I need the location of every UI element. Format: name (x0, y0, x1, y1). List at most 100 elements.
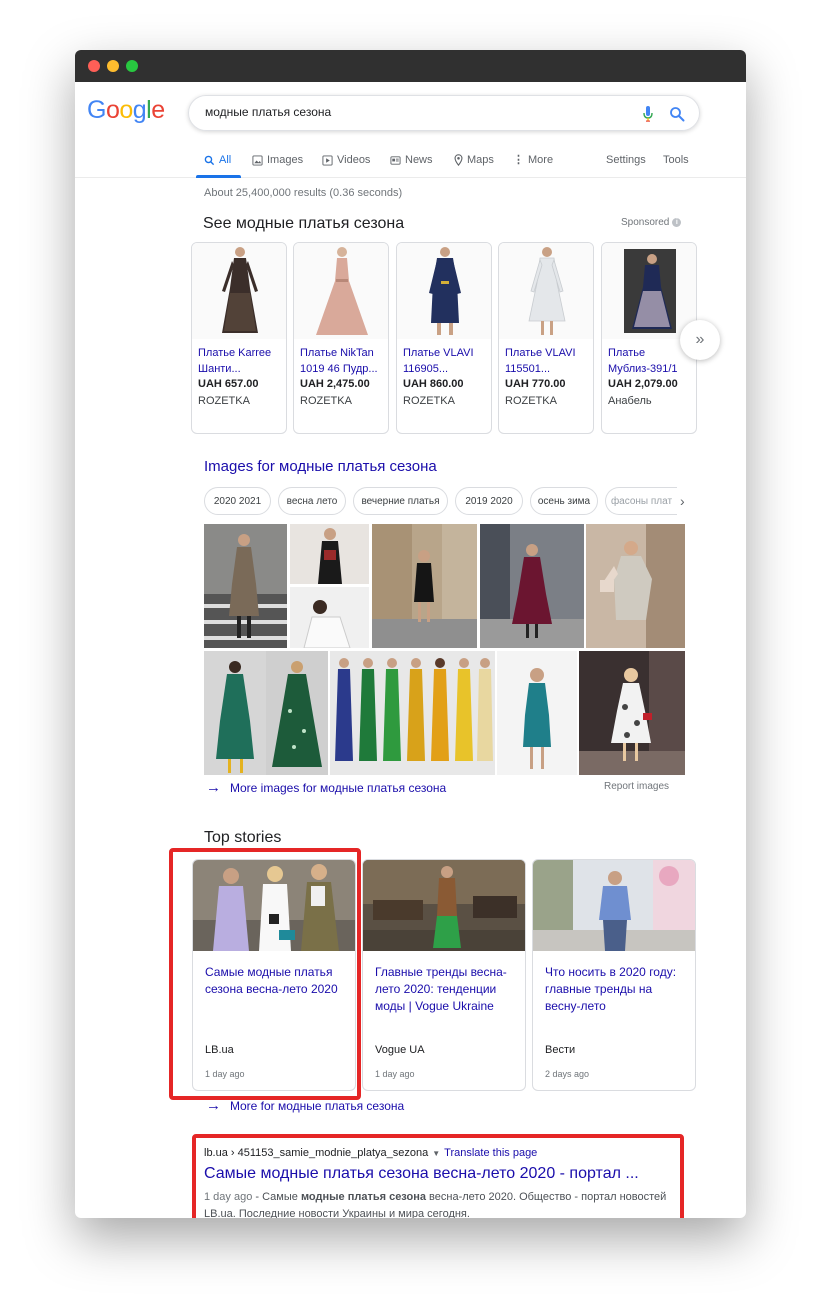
story-card[interactable]: Что носить в 2020 году: главные тренды н… (532, 859, 696, 1091)
top-stories-title: Top stories (204, 829, 282, 846)
grid-image[interactable] (204, 524, 287, 648)
image-chip[interactable]: осень зима (530, 487, 598, 515)
tab-label: More (528, 154, 554, 166)
news-icon (390, 155, 401, 165)
highlight-box (169, 848, 361, 1100)
title-bar (75, 50, 746, 82)
grid-image[interactable] (266, 651, 328, 775)
arrow-right-icon: → (206, 779, 221, 796)
product-price: UAH 2,475.00 (300, 378, 370, 390)
play-icon (322, 154, 333, 166)
story-title[interactable]: Что носить в 2020 году: главные тренды н… (545, 964, 687, 1015)
grid-image[interactable] (290, 587, 369, 648)
product-store: ROZETKA (403, 395, 455, 407)
report-images-link[interactable]: Report images (604, 781, 669, 792)
tab-more[interactable]: ⋮ More (513, 150, 553, 170)
product-name[interactable]: Платье Karree Шанти... (198, 345, 284, 377)
search-tabs: All Images Videos News Maps ⋮ More Setti… (75, 142, 746, 178)
grid-image[interactable] (579, 651, 685, 775)
images-section-title[interactable]: Images for модные платья сезона (204, 458, 437, 475)
product-image (602, 243, 696, 339)
chevron-right-icon[interactable]: › (680, 493, 685, 509)
story-image (363, 860, 525, 951)
more-stories-label: More for модные платья сезона (230, 1098, 405, 1113)
search-icon (204, 155, 215, 165)
tab-label: Images (267, 154, 304, 166)
product-card[interactable]: Платье VLAVI 115501... UAH 770.00 ROZETK… (498, 242, 594, 434)
grid-image[interactable] (204, 651, 266, 775)
browser-window: Google All Images Videos (75, 50, 746, 1218)
map-pin-icon (454, 154, 463, 166)
grid-image[interactable] (480, 524, 584, 648)
grid-image[interactable] (497, 651, 577, 775)
story-time: 1 day ago (375, 1069, 415, 1079)
microphone-icon[interactable] (643, 106, 653, 122)
product-store: Анабель (608, 395, 652, 407)
image-chip[interactable]: вечерние платья (353, 487, 448, 515)
active-tab-indicator (196, 175, 241, 178)
product-price: UAH 860.00 (403, 378, 464, 390)
tab-label: News (405, 154, 433, 166)
image-chip[interactable]: весна лето (278, 487, 346, 515)
image-icon (252, 154, 263, 166)
story-source: Vogue UA (375, 1044, 425, 1056)
product-price: UAH 2,079.00 (608, 378, 678, 390)
more-vert-icon: ⋮ (513, 153, 524, 166)
product-store: ROZETKA (300, 395, 352, 407)
close-window-button[interactable] (88, 60, 100, 72)
grid-image[interactable] (290, 524, 369, 584)
product-store: ROZETKA (505, 395, 557, 407)
product-card[interactable]: Платье Karree Шанти... UAH 657.00 ROZETK… (191, 242, 287, 434)
search-icon[interactable] (669, 106, 685, 122)
minimize-window-button[interactable] (107, 60, 119, 72)
product-card[interactable]: Платье VLAVI 116905... UAH 860.00 ROZETK… (396, 242, 492, 434)
more-images-link[interactable]: → More images for модные платья сезона (206, 779, 446, 796)
sponsored-text: Sponsored (621, 217, 670, 228)
story-title[interactable]: Главные тренды весна-лето 2020: тенденци… (375, 964, 517, 1015)
product-card[interactable]: Платье NikTan 1019 46 Пудр... UAH 2,475.… (293, 242, 389, 434)
grid-image[interactable] (372, 524, 477, 648)
image-chip[interactable]: 2020 2021 (204, 487, 271, 515)
tab-news[interactable]: News (390, 150, 433, 170)
result-stats: About 25,400,000 results (0.36 seconds) (204, 187, 403, 199)
product-image (397, 243, 491, 339)
product-image (499, 243, 593, 339)
google-logo[interactable]: Google (87, 96, 165, 125)
grid-image[interactable] (586, 524, 685, 648)
product-price: UAH 770.00 (505, 378, 566, 390)
product-name[interactable]: Платье NikTan 1019 46 Пудр... (300, 345, 386, 377)
tab-label: All (219, 154, 232, 166)
story-source: Вести (545, 1044, 576, 1056)
tools-link[interactable]: Tools (663, 150, 689, 170)
product-name[interactable]: Платье Мублиз-391/1 (608, 345, 694, 377)
search-input[interactable] (205, 105, 625, 119)
story-card[interactable]: Главные тренды весна-лето 2020: тенденци… (362, 859, 526, 1091)
more-images-label: More images for модные платья сезона (230, 780, 447, 795)
grid-image[interactable] (330, 651, 495, 775)
image-chip[interactable]: фасоны плат (605, 487, 677, 515)
product-name[interactable]: Платье VLAVI 115501... (505, 345, 591, 377)
shopping-title: See модные платья сезона (203, 215, 405, 232)
product-price: UAH 657.00 (198, 378, 259, 390)
tab-label: Maps (467, 154, 494, 166)
product-image (294, 243, 388, 339)
tab-maps[interactable]: Maps (454, 150, 494, 170)
tab-videos[interactable]: Videos (322, 150, 370, 170)
info-icon[interactable]: i (672, 218, 682, 227)
product-image (192, 243, 286, 339)
sponsored-label[interactable]: Sponsored i (621, 217, 682, 228)
tab-images[interactable]: Images (252, 150, 303, 170)
settings-link[interactable]: Settings (606, 150, 646, 170)
story-image (533, 860, 695, 951)
search-header: Google (75, 82, 746, 142)
maximize-window-button[interactable] (126, 60, 138, 72)
highlight-box (192, 1134, 684, 1218)
tab-all[interactable]: All (204, 150, 231, 170)
next-products-button[interactable]: » (680, 320, 720, 360)
search-box (188, 95, 700, 131)
tab-label: Videos (337, 154, 371, 166)
double-chevron-right-icon: » (695, 331, 705, 348)
story-time: 2 days ago (545, 1069, 590, 1079)
image-chip[interactable]: 2019 2020 (455, 487, 523, 515)
product-name[interactable]: Платье VLAVI 116905... (403, 345, 489, 377)
